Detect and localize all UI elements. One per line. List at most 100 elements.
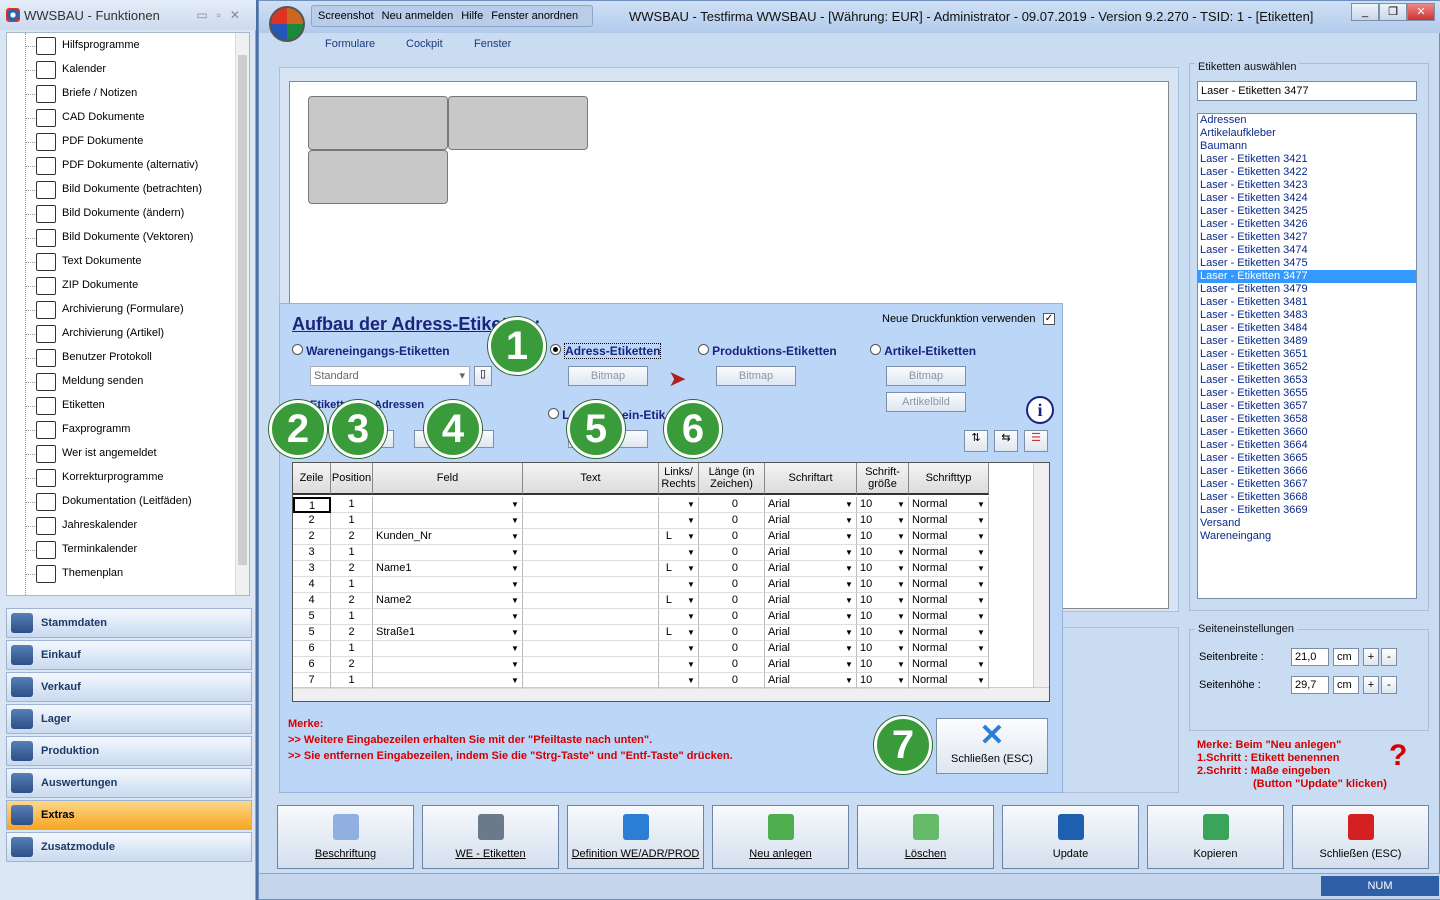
grid-cell[interactable]: 10 ▼ [857,513,909,529]
grid-cell[interactable]: 0 [699,593,765,609]
bottom-button-2[interactable]: Definition WE/ADR/PROD [567,805,704,869]
chevron-down-icon[interactable]: ▼ [509,531,521,543]
grid-cell[interactable]: Normal ▼ [909,577,989,593]
radio-adress[interactable]: Adress-Etiketten [550,343,662,359]
bitmap-button-adress[interactable]: Bitmap [568,366,648,386]
label-list-item[interactable]: Laser - Etiketten 3483 [1198,309,1416,322]
grid-cell[interactable]: 0 [699,641,765,657]
chevron-down-icon[interactable]: ▼ [685,531,697,543]
grid-cell[interactable]: Arial ▼ [765,609,857,625]
grid-cell[interactable]: 5 [293,625,331,641]
grid-cell[interactable]: Arial ▼ [765,545,857,561]
chevron-down-icon[interactable]: ▼ [685,515,697,527]
label-list-item[interactable]: Laser - Etiketten 3484 [1198,322,1416,335]
minimize-icon[interactable]: _ [1351,3,1379,21]
grid-cell[interactable]: 0 [699,625,765,641]
label-list-item[interactable]: Laser - Etiketten 3426 [1198,218,1416,231]
grid-cell[interactable]: 1 [331,609,373,625]
chevron-down-icon[interactable]: ▼ [685,499,697,511]
nav-verkauf[interactable]: Verkauf [6,672,252,702]
grid-cell[interactable]: ▼ [373,497,523,513]
label-list-item[interactable]: Laser - Etiketten 3667 [1198,478,1416,491]
maximize-icon[interactable]: ❐ [1379,3,1407,21]
nav-lager[interactable]: Lager [6,704,252,734]
grid-header[interactable]: Schrift- größe [857,463,909,495]
label-list-item[interactable]: Laser - Etiketten 3427 [1198,231,1416,244]
label-list-item[interactable]: Laser - Etiketten 3653 [1198,374,1416,387]
grid-cell[interactable]: Arial ▼ [765,561,857,577]
chevron-down-icon[interactable]: ▼ [509,675,521,687]
dialog-close-button[interactable]: ✕ Schließen (ESC) [936,718,1048,774]
grid-cell[interactable]: 10 ▼ [857,497,909,513]
grid-cell[interactable]: 2 [331,529,373,545]
artikelbild-button[interactable]: Artikelbild [886,392,966,412]
chevron-down-icon[interactable]: ▼ [843,595,855,607]
chevron-down-icon[interactable]: ▼ [843,675,855,687]
label-list-item[interactable]: Laser - Etiketten 3475 [1198,257,1416,270]
chevron-down-icon[interactable]: ▼ [975,675,987,687]
label-list-item[interactable]: Laser - Etiketten 3652 [1198,361,1416,374]
grid-cell[interactable]: Arial ▼ [765,657,857,673]
help-button[interactable]: Hilfe [461,10,483,22]
grid-cell[interactable]: Normal ▼ [909,561,989,577]
label-list-item[interactable]: Laser - Etiketten 3668 [1198,491,1416,504]
label-list-item[interactable]: Baumann [1198,140,1416,153]
radio-icon[interactable] [870,344,881,355]
chevron-down-icon[interactable]: ▼ [843,611,855,623]
grid-cell[interactable]: Normal ▼ [909,657,989,673]
chevron-down-icon[interactable]: ▼ [509,595,521,607]
grid-cell[interactable]: Normal ▼ [909,625,989,641]
chevron-down-icon[interactable]: ▼ [685,547,697,559]
grid-cell[interactable]: ▼ [373,673,523,689]
chevron-down-icon[interactable]: ▼ [975,563,987,575]
grid-cell[interactable]: ▼ [373,545,523,561]
relogin-button[interactable]: Neu anmelden [382,10,454,22]
chevron-down-icon[interactable]: ▼ [895,611,907,623]
radio-icon[interactable] [548,408,559,419]
grid-cell[interactable] [523,673,659,689]
standard-select[interactable]: Standard ▾ [310,366,470,386]
grid-cell[interactable]: ▼ [659,497,699,513]
grid-cell[interactable]: 1 [331,641,373,657]
label-list-item[interactable]: Laser - Etiketten 3474 [1198,244,1416,257]
chevron-down-icon[interactable]: ▼ [685,643,697,655]
grid-cell[interactable]: 10 ▼ [857,577,909,593]
grid-cell[interactable]: ▼ [373,513,523,529]
chevron-down-icon[interactable]: ▼ [685,563,697,575]
grid-cell[interactable]: Arial ▼ [765,593,857,609]
grid-cell[interactable] [523,497,659,513]
grid-cell[interactable] [523,593,659,609]
radio-produktion[interactable]: Produktions-Etiketten [698,344,837,358]
page-width-input[interactable]: 21,0 [1291,648,1329,666]
grid-cell[interactable]: Straße1 ▼ [373,625,523,641]
grid-cell[interactable]: 0 [699,545,765,561]
chevron-down-icon[interactable]: ▼ [843,659,855,671]
grid-cell[interactable]: ▼ [659,577,699,593]
grid-cell[interactable]: 1 [293,497,331,513]
chevron-down-icon[interactable]: ▼ [843,515,855,527]
grid-cell[interactable]: L ▼ [659,625,699,641]
grid-cell[interactable] [523,625,659,641]
chevron-down-icon[interactable]: ▼ [509,627,521,639]
chevron-down-icon[interactable]: ▼ [509,547,521,559]
function-tree[interactable]: Hilfsprogramme Kalender Briefe / Notizen CA… [6,32,250,596]
grid-cell[interactable]: 1 [331,513,373,529]
grid-cell[interactable]: Normal ▼ [909,497,989,513]
menu-cockpit[interactable]: Cockpit [406,38,443,50]
bitmap-button-artikel[interactable]: Bitmap [886,366,966,386]
grid-cell[interactable]: L ▼ [659,529,699,545]
grid-cell[interactable] [523,561,659,577]
label-list-item[interactable]: Laser - Etiketten 3658 [1198,413,1416,426]
grid-cell[interactable]: 0 [699,513,765,529]
grid-cell[interactable]: Arial ▼ [765,497,857,513]
label-list-item[interactable]: Laser - Etiketten 3655 [1198,387,1416,400]
grid-header[interactable]: Schriftart [765,463,857,495]
grid-cell[interactable]: 0 [699,609,765,625]
label-list-item[interactable]: Laser - Etiketten 3669 [1198,504,1416,517]
grid-cell[interactable]: ▼ [659,657,699,673]
grid-cell[interactable]: ▼ [659,641,699,657]
grid-cell[interactable]: ▼ [373,657,523,673]
bitmap-button-produktion[interactable]: Bitmap [716,366,796,386]
grid-cell[interactable]: Name1 ▼ [373,561,523,577]
label-cell[interactable] [448,96,588,150]
